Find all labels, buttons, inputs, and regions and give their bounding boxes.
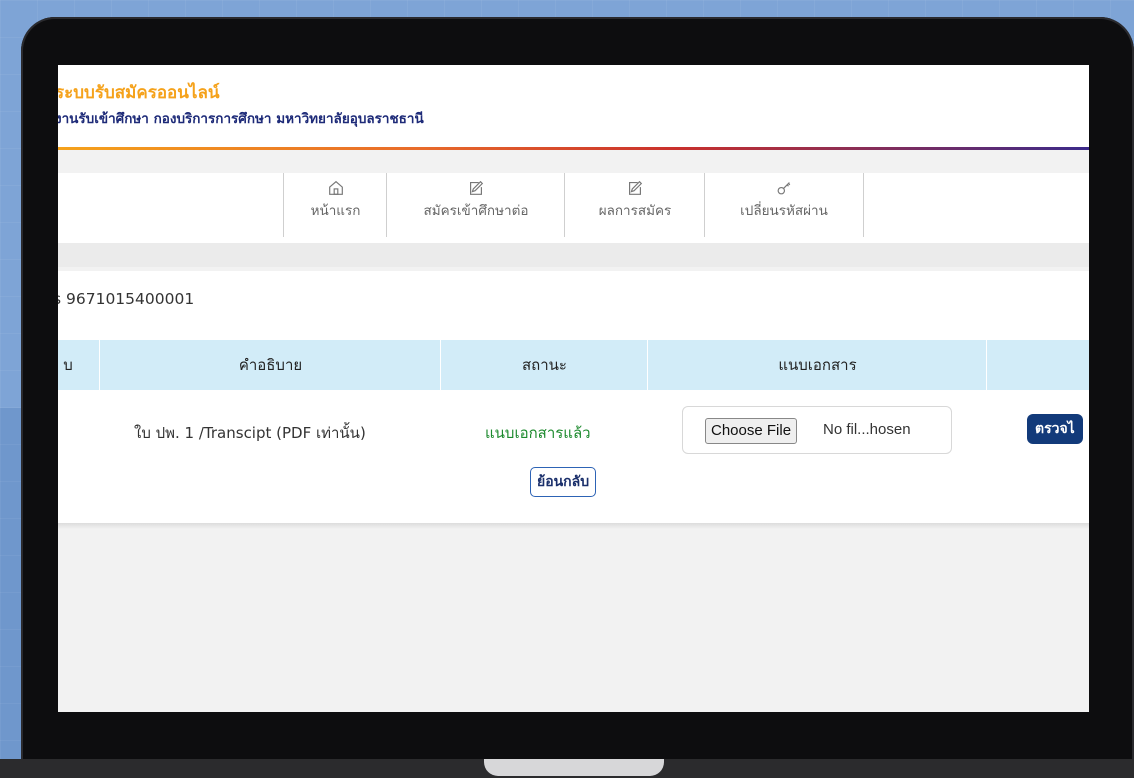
check-document-button[interactable]: ตรวจไ bbox=[1027, 414, 1083, 444]
app-title: ระบบรับสมัครออนไลน์ bbox=[58, 83, 220, 103]
section-divider bbox=[58, 243, 1089, 267]
column-header-status: สถานะ bbox=[440, 340, 648, 390]
column-header-attach: แนบเอกสาร bbox=[647, 340, 987, 390]
row-status: แนบเอกสารแล้ว bbox=[485, 424, 591, 442]
edit-icon bbox=[470, 180, 484, 195]
upload-card: s 9671015400001 บ คำอธิบาย สถานะ แนบเอกส… bbox=[58, 271, 1089, 523]
row-description: ใบ ปพ. 1 /Transcipt (PDF เท่านั้น) bbox=[134, 424, 366, 442]
nav-home[interactable]: หน้าแรก bbox=[283, 173, 387, 237]
header-gradient-bar bbox=[58, 147, 1089, 150]
table-header: บ คำอธิบาย สถานะ แนบเอกสาร bbox=[58, 340, 1089, 390]
file-upload-field[interactable]: Choose File No fil...hosen bbox=[682, 406, 952, 454]
laptop-notch bbox=[484, 759, 664, 776]
application-id: s 9671015400001 bbox=[58, 290, 195, 308]
nav-change-password[interactable]: เปลี่ยนรหัสผ่าน bbox=[704, 173, 864, 237]
edit-icon bbox=[629, 180, 643, 195]
nav-apply[interactable]: สมัครเข้าศึกษาต่อ bbox=[386, 173, 565, 237]
column-header-actions bbox=[986, 340, 1089, 390]
home-icon bbox=[328, 180, 343, 195]
app-subtitle: งานรับเข้าศึกษา กองบริการการศึกษา มหาวิท… bbox=[58, 111, 424, 127]
nav-results[interactable]: ผลการสมัคร bbox=[564, 173, 705, 237]
nav-home-label: หน้าแรก bbox=[310, 203, 361, 219]
choose-file-button[interactable]: Choose File bbox=[705, 418, 798, 444]
browser-viewport: ระบบรับสมัครออนไลน์ งานรับเข้าศึกษา กองบ… bbox=[58, 65, 1089, 712]
main-nav: หน้าแรก สมัครเข้าศึกษาต่อ ผลการสมัคร เปล… bbox=[58, 173, 1089, 243]
card-shadow bbox=[58, 523, 1089, 529]
nav-change-password-label: เปลี่ยนรหัสผ่าน bbox=[740, 203, 828, 219]
column-header-order: บ bbox=[63, 356, 73, 374]
nav-results-label: ผลการสมัคร bbox=[598, 203, 672, 219]
file-name-status: No fil...hosen bbox=[823, 421, 911, 438]
column-header-description: คำอธิบาย bbox=[99, 340, 441, 390]
back-button[interactable]: ย้อนกลับ bbox=[530, 467, 597, 497]
site-header: ระบบรับสมัครออนไลน์ งานรับเข้าศึกษา กองบ… bbox=[58, 65, 1089, 150]
key-icon bbox=[777, 182, 791, 195]
nav-apply-label: สมัครเข้าศึกษาต่อ bbox=[423, 203, 529, 219]
